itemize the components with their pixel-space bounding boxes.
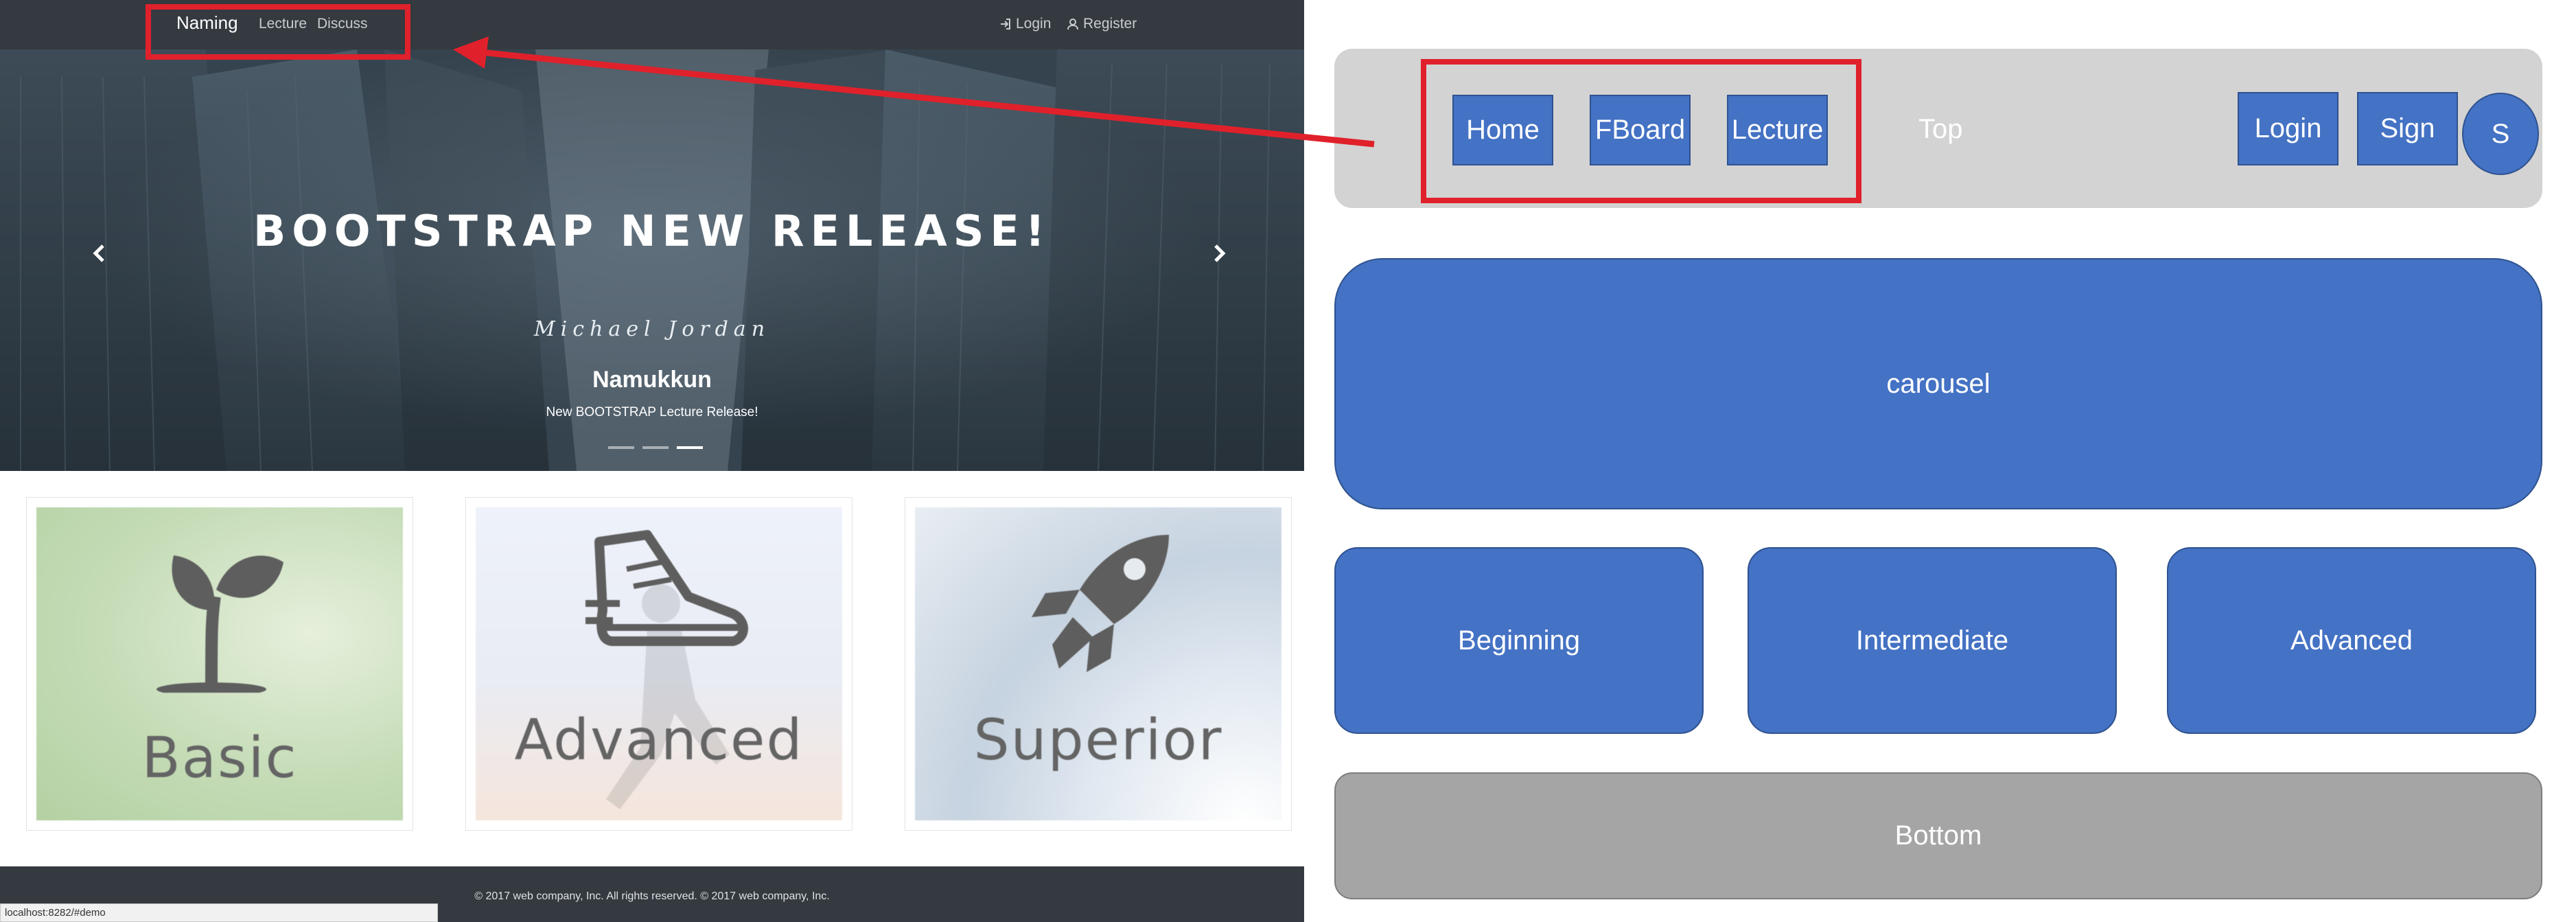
register-link[interactable]: Register: [1067, 16, 1137, 32]
carousel-author: Michael Jordan: [533, 317, 771, 341]
hero-carousel: BOOTSTRAP NEW RELEASE! Michael Jordan Na…: [0, 49, 1304, 471]
card-advanced-label: Advanced: [514, 708, 804, 773]
carousel-indicator-active[interactable]: [677, 446, 703, 449]
card-superior-label: Superior: [973, 708, 1223, 773]
wireframe-top-label: Top: [1918, 114, 1963, 144]
annotation-highlight-navbar: [146, 4, 410, 60]
chevron-right-icon: [1214, 244, 1226, 262]
browser-status-url: localhost:8282/#demo: [0, 903, 438, 922]
wireframe-carousel: carousel: [1334, 258, 2542, 509]
wireframe-intermediate: Intermediate: [1748, 547, 2117, 734]
wireframe-login-button[interactable]: Login: [2238, 92, 2339, 165]
carousel-title: BOOTSTRAP NEW RELEASE!: [253, 206, 1052, 256]
wireframe-bottom: Bottom: [1334, 772, 2542, 899]
sneaker-icon: [585, 530, 748, 646]
wireframe-s-circle[interactable]: S: [2462, 93, 2539, 175]
sprout-icon: [156, 555, 283, 693]
card-basic-image: Basic: [36, 507, 403, 820]
wireframe-advanced: Advanced: [2167, 547, 2536, 734]
card-superior[interactable]: Superior: [905, 497, 1292, 831]
card-advanced-image: Advanced: [476, 507, 842, 820]
carousel-caption: Namukkun: [592, 367, 712, 393]
login-label: Login: [1016, 16, 1052, 32]
carousel-prev-button[interactable]: [92, 240, 107, 269]
carousel-indicator[interactable]: [608, 446, 634, 449]
register-label: Register: [1083, 16, 1137, 32]
sign-in-icon: [1001, 19, 1010, 30]
chevron-left-icon: [93, 244, 104, 262]
card-advanced[interactable]: Advanced: [465, 497, 852, 831]
login-link[interactable]: Login: [999, 16, 1051, 32]
wireframe-sign-button[interactable]: Sign: [2357, 92, 2458, 165]
rocket-icon: [1032, 535, 1169, 672]
footer-copyright: © 2017 web company, Inc. All rights rese…: [474, 890, 830, 902]
carousel-next-button[interactable]: [1211, 240, 1227, 269]
carousel-indicators: [608, 446, 703, 449]
card-basic-label: Basic: [141, 726, 298, 791]
wireframe-beginning: Beginning: [1334, 547, 1704, 734]
carousel-indicator[interactable]: [642, 446, 669, 449]
carousel-subcaption: New BOOTSTRAP Lecture Release!: [546, 405, 758, 419]
card-basic[interactable]: Basic: [26, 497, 413, 831]
user-icon: [1067, 19, 1078, 30]
website-screenshot: Naming Lecture Discuss Login Register BO…: [0, 0, 1304, 922]
annotation-highlight-wireframe-nav: [1421, 59, 1861, 203]
card-superior-image: Superior: [915, 507, 1281, 820]
